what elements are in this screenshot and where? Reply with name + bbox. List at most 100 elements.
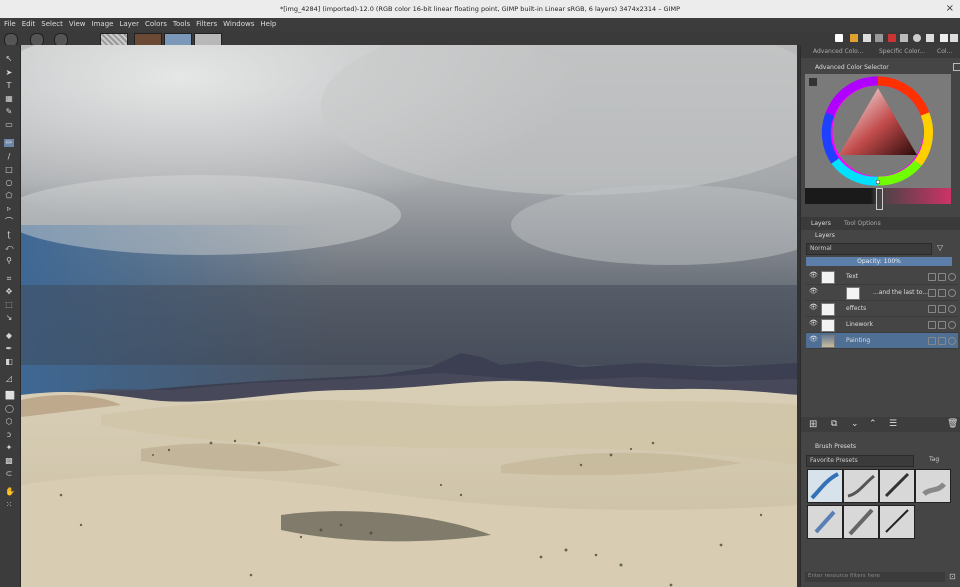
- menu-file[interactable]: File: [0, 18, 19, 31]
- brush-preset-1[interactable]: [807, 469, 843, 503]
- tab-layers[interactable]: Layers: [811, 217, 831, 230]
- menu-tools[interactable]: Tools: [170, 18, 193, 31]
- polygon-tool-icon[interactable]: ⬠: [5, 192, 13, 200]
- lock-icon[interactable]: [928, 321, 936, 329]
- menu-filters[interactable]: Filters: [193, 18, 220, 31]
- eye-icon[interactable]: 👁: [809, 288, 818, 295]
- zoom-tool-icon[interactable]: ⁙: [5, 501, 13, 509]
- bezier-tool-icon[interactable]: ⌒: [5, 218, 13, 226]
- save-filter-icon[interactable]: ⊡: [949, 572, 956, 581]
- brush-preset-2[interactable]: [843, 469, 879, 503]
- brush-preset-3[interactable]: [879, 469, 915, 503]
- undo-history-icon[interactable]: [926, 34, 934, 42]
- gradient-icon[interactable]: [875, 34, 883, 42]
- lock-icon[interactable]: [928, 337, 936, 345]
- rectangle-select-icon[interactable]: ▭: [5, 121, 13, 129]
- freehand-path-icon[interactable]: ʈ: [5, 231, 13, 239]
- add-layer-icon[interactable]: ⊞: [809, 419, 817, 430]
- polygon-select-icon[interactable]: ⬡: [5, 418, 13, 426]
- eye-icon[interactable]: 👁: [809, 336, 818, 343]
- layer-row-painting[interactable]: 👁 Painting: [806, 333, 958, 349]
- menu-image[interactable]: Image: [89, 18, 117, 31]
- layer-properties-icon[interactable]: ☰: [889, 419, 897, 429]
- alpha-lock-icon[interactable]: [938, 289, 946, 297]
- fill-tool-icon[interactable]: ◆: [5, 332, 13, 340]
- layer-row-linework[interactable]: 👁 Linework: [806, 317, 958, 333]
- tag-select[interactable]: Favorite Presets: [806, 455, 914, 467]
- duplicate-layer-icon[interactable]: ⧉: [831, 419, 837, 429]
- blend-mode-select[interactable]: Normal: [806, 243, 932, 255]
- alpha-lock-icon[interactable]: [938, 305, 946, 313]
- tab-tool-options[interactable]: Tool Options: [844, 217, 881, 230]
- measure-tool-icon[interactable]: ↘: [5, 314, 13, 322]
- pattern-icon[interactable]: [888, 34, 896, 42]
- resource-filter-input[interactable]: Enter resource filters here: [805, 572, 945, 582]
- line-tool-icon[interactable]: /: [5, 153, 13, 161]
- image-canvas[interactable]: [21, 45, 799, 587]
- brush-preset-7[interactable]: [879, 505, 915, 539]
- opacity-slider[interactable]: Opacity: 100%: [806, 257, 952, 266]
- layer-row-text[interactable]: 👁 Text: [806, 269, 958, 285]
- smudge-tool-icon[interactable]: ⤺: [5, 244, 14, 252]
- lock-icon[interactable]: [928, 289, 936, 297]
- brush-preset-4[interactable]: [915, 469, 951, 503]
- ellipse-tool-icon[interactable]: ○: [5, 179, 13, 187]
- pencil-icon[interactable]: [940, 34, 948, 42]
- document-icon[interactable]: [900, 34, 908, 42]
- tab-advanced-color[interactable]: Advanced Colo...: [813, 45, 863, 58]
- color-slider-handle[interactable]: [876, 188, 883, 210]
- rect-shape-icon[interactable]: □: [5, 166, 13, 174]
- inherit-alpha-icon[interactable]: [948, 321, 956, 329]
- menu-select[interactable]: Select: [38, 18, 66, 31]
- tag-button[interactable]: Tag: [929, 456, 939, 463]
- menu-view[interactable]: View: [66, 18, 89, 31]
- image-icon[interactable]: [913, 34, 921, 42]
- close-icon[interactable]: ×: [946, 0, 954, 18]
- dock-float-icon[interactable]: [953, 63, 960, 71]
- alpha-lock-icon[interactable]: [938, 273, 946, 281]
- lock-icon[interactable]: [928, 305, 936, 313]
- grid-tool-icon[interactable]: ▦: [5, 95, 13, 103]
- magic-wand-icon[interactable]: ✦: [5, 444, 13, 452]
- font-icon[interactable]: [863, 34, 871, 42]
- menu-colors[interactable]: Colors: [142, 18, 170, 31]
- inherit-alpha-icon[interactable]: [948, 337, 956, 345]
- inherit-alpha-icon[interactable]: [948, 273, 956, 281]
- similar-select-icon[interactable]: ▩: [5, 457, 13, 465]
- configure-icon[interactable]: [950, 34, 958, 42]
- filter-icon[interactable]: ▽: [937, 243, 947, 253]
- pointer-tool-icon[interactable]: ➤: [5, 69, 13, 77]
- brush-preset-5[interactable]: [807, 505, 843, 539]
- path-tool-icon[interactable]: ▹: [5, 205, 13, 213]
- layer-row-effects[interactable]: 👁 effects: [806, 301, 958, 317]
- gradient-tool-icon[interactable]: ◧: [5, 358, 13, 366]
- bezier-select-icon[interactable]: ⊂: [5, 470, 13, 478]
- pencil-tool-icon[interactable]: ✎: [5, 108, 13, 116]
- crop-tool-icon[interactable]: ⌗: [5, 275, 13, 283]
- text-tool-icon[interactable]: T: [5, 82, 13, 90]
- delete-layer-icon[interactable]: 🗑: [947, 419, 958, 429]
- color-selector[interactable]: [805, 74, 951, 194]
- palette-icon[interactable]: [835, 34, 843, 42]
- tab-color[interactable]: Col...: [937, 45, 952, 58]
- alpha-lock-icon[interactable]: [938, 337, 946, 345]
- move-tool-icon[interactable]: ↖: [5, 55, 13, 63]
- color-settings-icon[interactable]: [809, 78, 817, 86]
- inherit-alpha-icon[interactable]: [948, 305, 956, 313]
- lock-icon[interactable]: [928, 273, 936, 281]
- eye-icon[interactable]: 👁: [809, 272, 818, 279]
- move-layer-icon[interactable]: ✥: [5, 288, 13, 296]
- tab-specific-color[interactable]: Specific Color...: [879, 45, 925, 58]
- clone-tool-icon[interactable]: ⚲: [5, 257, 13, 265]
- transform-tool-icon[interactable]: ⬚: [5, 301, 13, 309]
- move-down-icon[interactable]: ⌄: [851, 419, 859, 429]
- eye-icon[interactable]: 👁: [809, 304, 818, 311]
- color-wheel[interactable]: [805, 74, 951, 194]
- paintbrush-tool-icon[interactable]: ✏: [4, 139, 14, 147]
- ellipse-select-icon[interactable]: ◯: [5, 405, 14, 413]
- menu-edit[interactable]: Edit: [19, 18, 39, 31]
- menu-help[interactable]: Help: [257, 18, 279, 31]
- layer-row-textlayer[interactable]: 👁 ...and the last to...: [806, 285, 958, 301]
- color-picker-icon[interactable]: ✒: [5, 345, 13, 353]
- menu-layer[interactable]: Layer: [116, 18, 142, 31]
